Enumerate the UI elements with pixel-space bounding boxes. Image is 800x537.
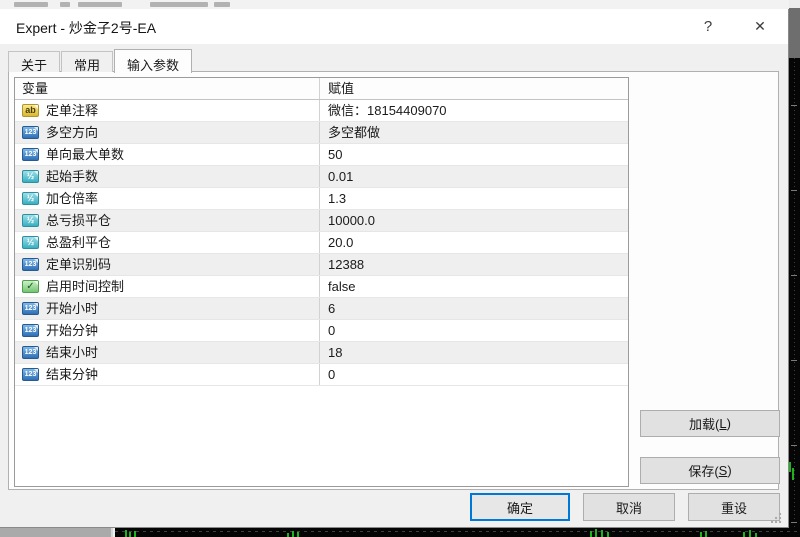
load-button[interactable]: 加载(L) bbox=[640, 410, 780, 437]
parameter-name-cell: ½ 总亏损平仓 bbox=[15, 210, 319, 231]
param-type-icon: 123 bbox=[22, 324, 39, 337]
parameter-label: 总盈利平仓 bbox=[46, 232, 111, 253]
parameter-name-cell: 123 单向最大单数 bbox=[15, 144, 319, 165]
parameter-label: 定单注释 bbox=[46, 100, 98, 121]
parameter-label: 总亏损平仓 bbox=[46, 210, 111, 231]
help-icon: ? bbox=[704, 18, 712, 35]
table-row[interactable]: 123 开始分钟 0 bbox=[15, 320, 628, 342]
parameters-table: 变量 赋值 ab 定单注释 微信：18154409070 123 多空方向 多空… bbox=[14, 77, 629, 487]
tab-inputs[interactable]: 输入参数 bbox=[114, 49, 192, 73]
param-type-icon: 123 bbox=[22, 346, 39, 359]
parameter-label: 加仓倍率 bbox=[46, 188, 98, 209]
parameter-name-cell: 123 定单识别码 bbox=[15, 254, 319, 275]
ea-properties-dialog: Expert - 炒金子2号-EA ? ✕ 关于 常用 输入参数 变量 赋值 a… bbox=[0, 9, 789, 528]
parameter-value-cell[interactable]: 多空都做 bbox=[319, 122, 628, 143]
table-row[interactable]: 123 结束分钟 0 bbox=[15, 364, 628, 386]
parameter-name-cell: 123 结束分钟 bbox=[15, 364, 319, 385]
table-row[interactable]: ab 定单注释 微信：18154409070 bbox=[15, 100, 628, 122]
param-type-icon: 123 bbox=[22, 302, 39, 315]
parameter-name-cell: ½ 起始手数 bbox=[15, 166, 319, 187]
table-row[interactable]: 123 多空方向 多空都做 bbox=[15, 122, 628, 144]
param-type-icon: ab bbox=[22, 104, 39, 117]
parameter-label: 开始分钟 bbox=[46, 320, 98, 341]
parameter-name-cell: 123 开始分钟 bbox=[15, 320, 319, 341]
save-button[interactable]: 保存(S) bbox=[640, 457, 780, 484]
tab-common[interactable]: 常用 bbox=[61, 51, 113, 72]
param-type-icon: ✓ bbox=[22, 280, 39, 293]
parameter-name-cell: ½ 加仓倍率 bbox=[15, 188, 319, 209]
resize-grip[interactable] bbox=[771, 512, 782, 523]
parameter-label: 起始手数 bbox=[46, 166, 98, 187]
parameter-value-cell[interactable]: 微信：18154409070 bbox=[319, 100, 628, 121]
dialog-titlebar[interactable]: Expert - 炒金子2号-EA ? ✕ bbox=[0, 9, 788, 44]
parameter-name-cell: 123 结束小时 bbox=[15, 342, 319, 363]
parameter-value-cell[interactable]: 0 bbox=[319, 320, 628, 341]
table-row[interactable]: ½ 总亏损平仓 10000.0 bbox=[15, 210, 628, 232]
table-row[interactable]: 123 开始小时 6 bbox=[15, 298, 628, 320]
background-chart-right bbox=[789, 0, 800, 537]
parameter-value-cell[interactable]: 20.0 bbox=[319, 232, 628, 253]
help-button[interactable]: ? bbox=[686, 9, 730, 44]
param-type-icon: 123 bbox=[22, 368, 39, 381]
parameter-label: 多空方向 bbox=[46, 122, 98, 143]
column-header-value: 赋值 bbox=[319, 78, 628, 99]
parameter-label: 单向最大单数 bbox=[46, 144, 124, 165]
parameter-name-cell: 123 开始小时 bbox=[15, 298, 319, 319]
parameter-value-cell[interactable]: 1.3 bbox=[319, 188, 628, 209]
parameter-value-cell[interactable]: 18 bbox=[319, 342, 628, 363]
table-row[interactable]: ✓ 启用时间控制 false bbox=[15, 276, 628, 298]
table-row[interactable]: ½ 起始手数 0.01 bbox=[15, 166, 628, 188]
parameter-value-cell[interactable]: 10000.0 bbox=[319, 210, 628, 231]
parameter-label: 结束小时 bbox=[46, 342, 98, 363]
cancel-button[interactable]: 取消 bbox=[583, 493, 675, 521]
table-rows: ab 定单注释 微信：18154409070 123 多空方向 多空都做 123… bbox=[15, 100, 628, 386]
tab-about[interactable]: 关于 bbox=[8, 51, 60, 72]
reset-button[interactable]: 重设 bbox=[688, 493, 780, 521]
background-panel bbox=[0, 528, 113, 537]
table-row[interactable]: 123 单向最大单数 50 bbox=[15, 144, 628, 166]
param-type-icon: ½ bbox=[22, 236, 39, 249]
table-row[interactable]: ½ 加仓倍率 1.3 bbox=[15, 188, 628, 210]
param-type-icon: 123 bbox=[22, 148, 39, 161]
close-icon: ✕ bbox=[754, 18, 766, 35]
parameter-label: 定单识别码 bbox=[46, 254, 111, 275]
param-type-icon: 123 bbox=[22, 258, 39, 271]
parameter-label: 启用时间控制 bbox=[46, 276, 124, 297]
parameter-value-cell[interactable]: false bbox=[319, 276, 628, 297]
table-row[interactable]: ½ 总盈利平仓 20.0 bbox=[15, 232, 628, 254]
ok-button[interactable]: 确定 bbox=[470, 493, 570, 521]
param-type-icon: 123 bbox=[22, 126, 39, 139]
background-chart-bottom bbox=[115, 528, 800, 537]
parameter-value-cell[interactable]: 0.01 bbox=[319, 166, 628, 187]
param-type-icon: ½ bbox=[22, 192, 39, 205]
param-type-icon: ½ bbox=[22, 214, 39, 227]
parameter-value-cell[interactable]: 50 bbox=[319, 144, 628, 165]
close-button[interactable]: ✕ bbox=[738, 9, 782, 44]
parameter-label: 开始小时 bbox=[46, 298, 98, 319]
parameter-value-cell[interactable]: 0 bbox=[319, 364, 628, 385]
parameter-value-cell[interactable]: 6 bbox=[319, 298, 628, 319]
parameter-name-cell: ½ 总盈利平仓 bbox=[15, 232, 319, 253]
table-row[interactable]: 123 定单识别码 12388 bbox=[15, 254, 628, 276]
param-type-icon: ½ bbox=[22, 170, 39, 183]
table-header-row: 变量 赋值 bbox=[15, 78, 628, 100]
tab-bar: 关于 常用 输入参数 bbox=[8, 48, 193, 72]
table-row[interactable]: 123 结束小时 18 bbox=[15, 342, 628, 364]
parameter-label: 结束分钟 bbox=[46, 364, 98, 385]
parameter-value-cell[interactable]: 12388 bbox=[319, 254, 628, 275]
parameter-name-cell: 123 多空方向 bbox=[15, 122, 319, 143]
parameter-name-cell: ab 定单注释 bbox=[15, 100, 319, 121]
parameter-name-cell: ✓ 启用时间控制 bbox=[15, 276, 319, 297]
background-menubar bbox=[0, 0, 789, 9]
column-header-variable: 变量 bbox=[15, 78, 319, 99]
dialog-title: Expert - 炒金子2号-EA bbox=[16, 18, 156, 38]
